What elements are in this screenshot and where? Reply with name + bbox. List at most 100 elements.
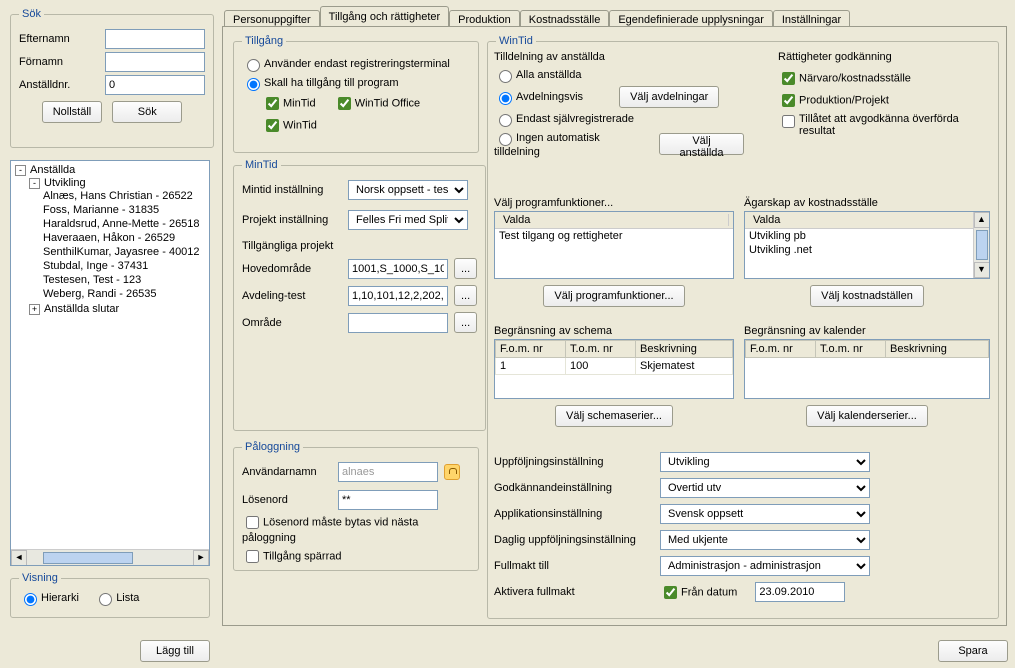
access-program-radio[interactable] xyxy=(247,78,260,91)
access-blocked-checkbox[interactable] xyxy=(246,550,259,563)
from-date-input[interactable] xyxy=(755,582,845,602)
allowed-check[interactable]: Tillåtet att avgodkänna överförda result… xyxy=(778,113,989,137)
from-date-check[interactable]: Från datum xyxy=(660,583,737,602)
wintid-check[interactable]: WinTid xyxy=(262,116,317,135)
scroll-right-icon[interactable]: ► xyxy=(193,550,209,566)
mintid-legend: MinTid xyxy=(242,159,281,171)
attendance-checkbox[interactable] xyxy=(782,72,795,85)
ownership-item[interactable]: Utvikling pb xyxy=(745,229,989,243)
self-reg-radio[interactable] xyxy=(499,114,512,127)
choose-employees-button[interactable]: Välj anställda xyxy=(659,133,744,155)
choose-progfunc-button[interactable]: Välj programfunktioner... xyxy=(543,285,684,307)
tree-item[interactable]: Testesen, Test - 123 xyxy=(43,273,209,287)
lock-icon[interactable] xyxy=(444,464,460,480)
search-button[interactable]: Sök xyxy=(112,101,182,123)
avdeling-browse[interactable]: ... xyxy=(454,285,477,306)
allowed-checkbox[interactable] xyxy=(782,115,795,128)
mainarea-browse[interactable]: ... xyxy=(454,258,477,279)
access-terminal-radio[interactable] xyxy=(247,59,260,72)
choose-schema-button[interactable]: Välj schemaserier... xyxy=(555,405,673,427)
self-reg[interactable]: Endast självregistrerade xyxy=(494,111,634,127)
scroll-left-icon[interactable]: ◄ xyxy=(11,550,27,566)
view-hierarchy[interactable]: Hierarki xyxy=(19,592,79,604)
area-label: Område xyxy=(242,317,342,329)
dept-wise-radio[interactable] xyxy=(499,92,512,105)
area-browse[interactable]: ... xyxy=(454,312,477,333)
pwd-change-checkbox[interactable] xyxy=(246,516,259,529)
collapse-icon[interactable]: - xyxy=(15,165,26,176)
schema-row[interactable]: 1 100 Skjematest xyxy=(496,358,733,375)
access-terminal[interactable]: Använder endast registreringsterminal xyxy=(242,56,450,72)
calendar-grid[interactable]: F.o.m. nr T.o.m. nr Beskrivning xyxy=(744,339,990,399)
mainarea-input[interactable] xyxy=(348,259,448,279)
scroll-down-icon[interactable]: ▼ xyxy=(974,262,990,278)
production-check[interactable]: Produktion/Projekt xyxy=(778,91,889,110)
view-list-radio[interactable] xyxy=(99,593,112,606)
view-hierarchy-radio[interactable] xyxy=(24,593,37,606)
tree-scrollbar[interactable]: ◄ ► xyxy=(11,549,209,565)
all-emp-radio[interactable] xyxy=(499,70,512,83)
tree-closed[interactable]: Anställda slutar xyxy=(44,303,119,315)
tree-item[interactable]: Haveraaen, Håkon - 26529 xyxy=(43,231,209,245)
mintid-setting-select[interactable]: Norsk oppsett - test xyxy=(348,180,468,200)
ownership-scrollbar[interactable]: ▲ ▼ xyxy=(973,212,989,278)
no-auto[interactable]: Ingen automatisk tilldelning xyxy=(494,130,643,158)
progfunc-item[interactable]: Test tilgang og rettigheter xyxy=(495,229,733,243)
all-emp[interactable]: Alla anställda xyxy=(494,67,581,83)
wintid-group: WinTid Tilldelning av anställda Alla ans… xyxy=(487,35,999,619)
firstname-input[interactable] xyxy=(105,52,205,72)
lastname-label: Efternamn xyxy=(19,33,99,45)
tree-item[interactable]: Stubdal, Inge - 37431 xyxy=(43,259,209,273)
tree-item[interactable]: Alnæs, Hans Christian - 26522 xyxy=(43,189,209,203)
scroll-thumb[interactable] xyxy=(43,552,133,564)
tree-item[interactable]: Foss, Marianne - 31835 xyxy=(43,203,209,217)
choose-calendar-button[interactable]: Välj kalenderserier... xyxy=(806,405,928,427)
area-input[interactable] xyxy=(348,313,448,333)
scroll-thumb[interactable] xyxy=(976,230,988,260)
reset-button[interactable]: Nollställ xyxy=(42,101,103,123)
employee-tree[interactable]: -Anställda -Utvikling Alnæs, Hans Christ… xyxy=(10,160,210,566)
approval-select[interactable]: Overtid utv xyxy=(660,478,870,498)
empno-input[interactable] xyxy=(105,75,205,95)
access-blocked-check[interactable]: Tillgång spärrad xyxy=(242,547,341,566)
view-panel: Visning Hierarki Lista xyxy=(10,572,210,618)
pwd-change-check[interactable]: Lösenord måste bytas vid nästa påloggnin… xyxy=(242,513,470,544)
tree-group[interactable]: Utvikling xyxy=(44,177,86,189)
collapse-icon[interactable]: - xyxy=(29,178,40,189)
dept-wise[interactable]: Avdelningsvis xyxy=(494,89,583,105)
mainarea-label: Hovedområde xyxy=(242,263,342,275)
access-program[interactable]: Skall ha tillgång till program xyxy=(242,75,399,91)
avdeling-input[interactable] xyxy=(348,286,448,306)
project-setting-select[interactable]: Felles Fri med Split xyxy=(348,210,468,230)
ownership-listbox[interactable]: Valda Utvikling pb Utvikling .net ▲ ▼ xyxy=(744,211,990,279)
production-checkbox[interactable] xyxy=(782,94,795,107)
progfunc-listbox[interactable]: Valda Test tilgang og rettigheter xyxy=(494,211,734,279)
followup-select[interactable]: Utvikling xyxy=(660,452,870,472)
choose-departments-button[interactable]: Välj avdelningar xyxy=(619,86,719,108)
mintid-checkbox[interactable] xyxy=(266,97,279,110)
proxy-select[interactable]: Administrasjon - administrasjon xyxy=(660,556,870,576)
attendance-check[interactable]: Närvaro/kostnadsställe xyxy=(778,69,911,88)
daily-select[interactable]: Med ukjente xyxy=(660,530,870,550)
password-input[interactable] xyxy=(338,490,438,510)
app-setting-select[interactable]: Svensk oppsett xyxy=(660,504,870,524)
tree-root[interactable]: Anställda xyxy=(30,164,75,176)
ownership-item[interactable]: Utvikling .net xyxy=(745,243,989,257)
add-button[interactable]: Lägg till xyxy=(140,640,210,662)
tree-item[interactable]: Haraldsrud, Anne-Mette - 26518 xyxy=(43,217,209,231)
mintid-check[interactable]: MinTid xyxy=(262,94,316,113)
lastname-input[interactable] xyxy=(105,29,205,49)
view-list[interactable]: Lista xyxy=(94,592,139,604)
wintid-checkbox[interactable] xyxy=(266,119,279,132)
scroll-up-icon[interactable]: ▲ xyxy=(974,212,990,228)
wintid-office-check[interactable]: WinTid Office xyxy=(334,94,420,113)
no-auto-radio[interactable] xyxy=(499,133,512,146)
tree-item[interactable]: Weberg, Randi - 26535 xyxy=(43,287,209,301)
save-button[interactable]: Spara xyxy=(938,640,1008,662)
expand-icon[interactable]: + xyxy=(29,304,40,315)
tree-item[interactable]: SenthilKumar, Jayasree - 40012 xyxy=(43,245,209,259)
wintid-office-checkbox[interactable] xyxy=(338,97,351,110)
schema-grid[interactable]: F.o.m. nr T.o.m. nr Beskrivning 1 100 Sk… xyxy=(494,339,734,399)
choose-costcenters-button[interactable]: Välj kostnadställen xyxy=(810,285,924,307)
from-date-checkbox[interactable] xyxy=(664,586,677,599)
